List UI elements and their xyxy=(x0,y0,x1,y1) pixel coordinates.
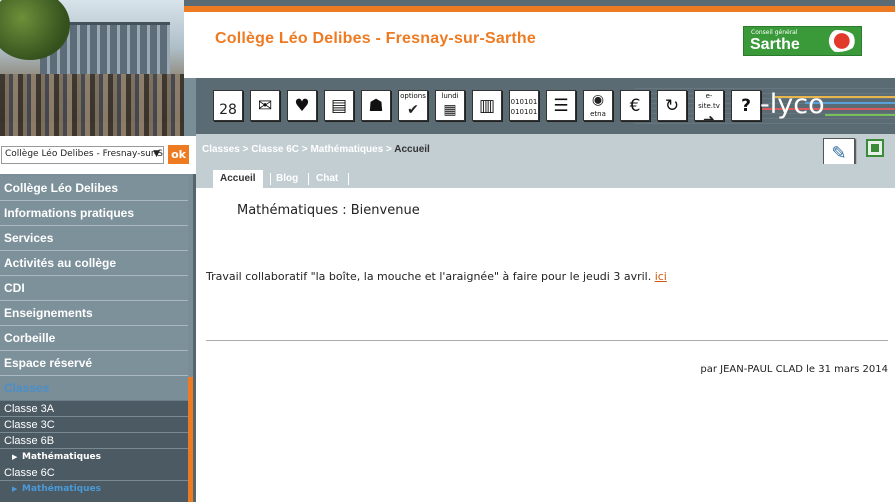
submenu-6c-mathematiques-label: Mathématiques xyxy=(22,484,101,494)
submenu-classe-6b[interactable]: Classe 6B xyxy=(0,433,188,449)
euro-mail-icon[interactable]: € xyxy=(620,90,650,121)
lundi-icon[interactable]: lundi ▦ xyxy=(435,90,465,121)
help-icon[interactable]: ? xyxy=(731,90,761,121)
tab-separator xyxy=(270,173,271,185)
document-icon[interactable]: ▤ xyxy=(324,90,354,121)
calendar-icon[interactable]: 28 xyxy=(213,90,243,121)
help-label: ? xyxy=(741,96,751,116)
expand-icon[interactable] xyxy=(866,139,884,157)
sidebar-item-infos[interactable]: Informations pratiques xyxy=(0,201,188,226)
tab-bar xyxy=(196,164,895,188)
post-text: Travail collaboratif "la boîte, la mouch… xyxy=(206,270,667,283)
post-byline: par JEAN-PAUL CLAD le 31 mars 2014 xyxy=(700,364,888,375)
notebook-icon[interactable]: ▥ xyxy=(472,90,502,121)
esite-label: e-site.tv xyxy=(698,92,720,110)
breadcrumb-classes[interactable]: Classes xyxy=(202,144,240,155)
site-select-value: Collège Léo Delibes - Fresnay-sur-Sarthe xyxy=(5,149,163,159)
etna-icon[interactable]: ◉ etna xyxy=(583,90,613,121)
post-link[interactable]: ici xyxy=(655,270,667,283)
submenu-6b-mathematiques[interactable]: ▶ Mathématiques xyxy=(0,449,188,465)
sidebar-item-enseignements[interactable]: Enseignements xyxy=(0,301,188,326)
binary-label-2: 010101 xyxy=(510,108,538,116)
binary-icon[interactable]: 010101 010101 xyxy=(509,90,539,121)
options-icon[interactable]: options ✔ xyxy=(398,90,428,121)
post-body: Travail collaboratif "la boîte, la mouch… xyxy=(206,270,655,283)
tab-accueil[interactable]: Accueil xyxy=(213,170,263,188)
arrow-right-icon: ▶ xyxy=(12,485,18,493)
etna-label: etna xyxy=(590,110,606,118)
classes-submenu: Classe 3A Classe 3C Classe 6B ▶ Mathémat… xyxy=(0,401,188,502)
lyco-logo[interactable]: -lyco xyxy=(760,89,825,120)
list-icon[interactable]: ☰ xyxy=(546,90,576,121)
sidebar-item-corbeille[interactable]: Corbeille xyxy=(0,326,188,351)
submenu-6c-mathematiques[interactable]: ▶ Mathématiques xyxy=(0,481,188,497)
main-content xyxy=(196,188,895,502)
submenu-classe-6c[interactable]: Classe 6C xyxy=(0,465,188,481)
submenu-classe-3a[interactable]: Classe 3A xyxy=(0,401,188,417)
breadcrumb-separator: > xyxy=(299,144,311,155)
page-title: Mathématiques : Bienvenue xyxy=(237,203,420,218)
site-select[interactable]: Collège Léo Delibes - Fresnay-sur-Sarthe… xyxy=(1,146,164,164)
calendar-day: 28 xyxy=(219,102,237,118)
breadcrumb-classe-6c[interactable]: Classe 6C xyxy=(251,144,299,155)
divider xyxy=(206,340,888,341)
sidebar-item-services[interactable]: Services xyxy=(0,226,188,251)
sidebar-item-cdi[interactable]: CDI xyxy=(0,276,188,301)
sidebar-item-college[interactable]: Collège Léo Delibes xyxy=(0,176,188,201)
sidebar-item-classes[interactable]: Classes xyxy=(0,376,188,401)
sarthe-logo-caption: Conseil général xyxy=(751,29,798,36)
options-label: options xyxy=(400,92,426,100)
tab-blog[interactable]: Blog xyxy=(276,170,298,188)
tab-chat[interactable]: Chat xyxy=(316,170,338,188)
tab-separator xyxy=(308,173,309,185)
breadcrumb-separator: > xyxy=(383,144,395,155)
user-card-icon[interactable]: ☗ xyxy=(361,90,391,121)
sarthe-emblem-icon xyxy=(819,30,857,52)
school-photo xyxy=(0,0,184,136)
mail-icon[interactable]: ✉ xyxy=(250,90,280,121)
euro-refresh-icon[interactable]: ↻ xyxy=(657,90,687,121)
ok-button[interactable]: ok xyxy=(168,145,189,164)
breadcrumb: Classes > Classe 6C > Mathématiques > Ac… xyxy=(202,144,430,155)
sidebar-menu: Collège Léo Delibes Informations pratiqu… xyxy=(0,176,188,401)
toolbar-line-green xyxy=(825,114,895,116)
arrow-right-icon: ▶ xyxy=(12,453,18,461)
esite-icon[interactable]: e-site.tv ➜ xyxy=(694,90,724,121)
breadcrumb-current: Accueil xyxy=(394,144,430,155)
dropdown-arrow-icon[interactable]: ▼ xyxy=(153,149,160,159)
heart-icon[interactable]: ♥ xyxy=(287,90,317,121)
sarthe-logo-name: Sarthe xyxy=(750,36,800,53)
photo-crowd xyxy=(0,74,184,136)
site-title[interactable]: Collège Léo Delibes - Fresnay-sur-Sarthe xyxy=(215,30,536,48)
binary-label: 010101 xyxy=(510,98,538,106)
lundi-label: lundi xyxy=(441,92,459,100)
tab-separator xyxy=(348,173,349,185)
sidebar-item-espace-reserve[interactable]: Espace réservé xyxy=(0,351,188,376)
submenu-6b-mathematiques-label: Mathématiques xyxy=(22,452,101,462)
submenu-classe-3c[interactable]: Classe 3C xyxy=(0,417,188,433)
sidebar-item-activites[interactable]: Activités au collège xyxy=(0,251,188,276)
breadcrumb-separator: > xyxy=(239,144,252,155)
sarthe-logo[interactable]: Conseil général Sarthe xyxy=(743,26,862,56)
breadcrumb-mathematiques[interactable]: Mathématiques xyxy=(310,144,383,155)
